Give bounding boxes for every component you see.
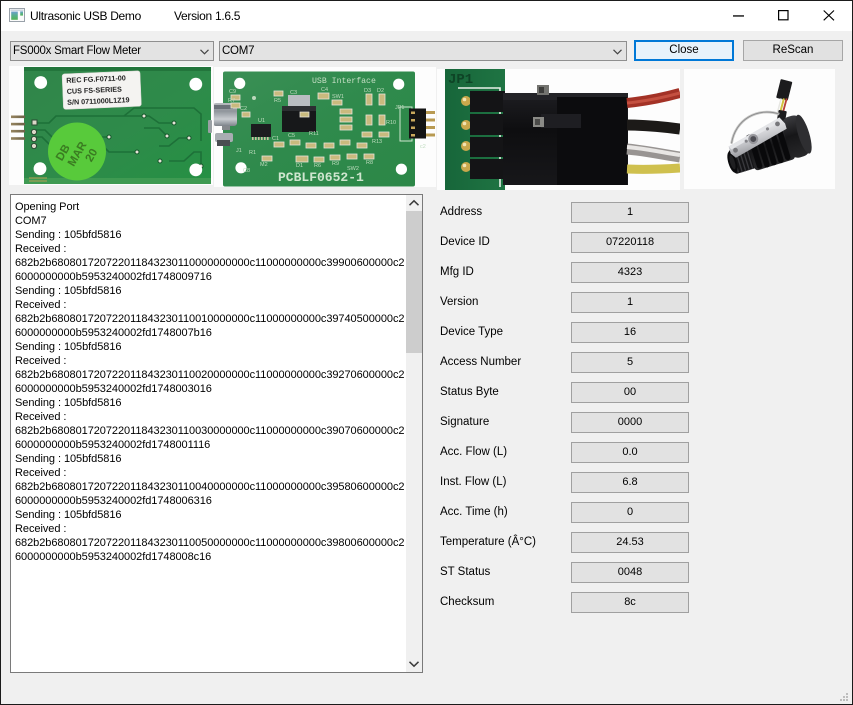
svg-text:R8: R8 [366,160,373,166]
svg-text:C3: C3 [290,90,297,96]
svg-text:JP1: JP1 [448,72,473,88]
svg-text:C9: C9 [229,89,236,95]
svg-text:C1: C1 [272,136,279,142]
svg-text:M2: M2 [260,162,268,168]
svg-text:D1: D1 [296,163,303,169]
svg-text:R9: R9 [332,161,339,167]
svg-text:R7: R7 [228,98,235,104]
svg-text:C4: C4 [321,87,328,93]
svg-text:D2: D2 [377,88,384,94]
svg-text:D3: D3 [364,88,371,94]
svg-text:C8: C8 [243,168,250,174]
svg-text:PCBLF0652-1: PCBLF0652-1 [278,170,364,185]
svg-text:R11: R11 [309,131,319,137]
svg-text:U1: U1 [258,118,265,124]
svg-text:R10: R10 [386,120,396,126]
svg-text:SW2: SW2 [347,166,359,172]
svg-text:USB Interface: USB Interface [312,76,376,86]
svg-text:C2: C2 [240,106,247,112]
svg-text:C5: C5 [288,133,295,139]
svg-text:c2: c2 [420,144,426,150]
svg-text:J1: J1 [236,148,242,154]
svg-text:R13: R13 [372,139,382,145]
svg-text:R5: R5 [274,98,281,104]
svg-text:SW1: SW1 [332,94,344,100]
svg-text:R1: R1 [249,150,256,156]
svg-text:R6: R6 [314,163,321,169]
